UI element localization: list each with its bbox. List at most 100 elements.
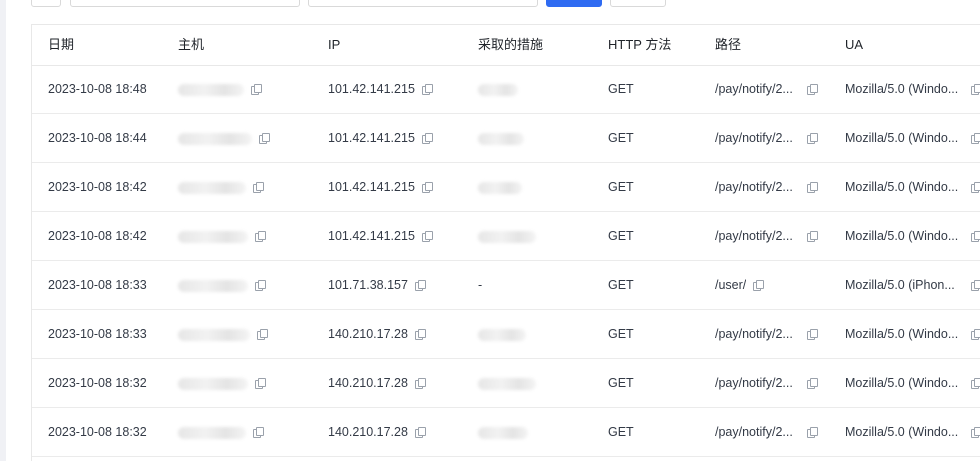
cell-host <box>178 65 262 113</box>
action-value-redacted <box>478 230 536 243</box>
cell-date: 2023-10-08 18:32 <box>48 408 147 456</box>
copy-icon[interactable] <box>255 378 266 389</box>
action-value-redacted <box>478 181 522 194</box>
copy-icon[interactable] <box>259 133 270 144</box>
copy-icon[interactable] <box>421 231 433 242</box>
copy-icon[interactable] <box>807 427 818 438</box>
host-value-redacted <box>178 426 246 439</box>
log-table: 日期 主机 IP 采取的措施 HTTP 方法 路径 UA 2023-10-08 … <box>31 24 980 461</box>
method-value: GET <box>608 278 634 292</box>
date-value: 2023-10-08 18:42 <box>48 229 147 243</box>
cell-method: GET <box>608 163 634 211</box>
copy-icon[interactable] <box>807 84 818 95</box>
search-button[interactable] <box>546 0 602 7</box>
table-row[interactable]: 2023-10-08 18:48 101.42.141.215 GET/pay/no… <box>32 65 980 114</box>
cell-ua: Mozilla/5.0 (Windo... <box>845 310 980 358</box>
table-row[interactable]: 2023-10-08 18:32 140.210.17.28 GET/pay/not… <box>32 359 980 408</box>
cell-action <box>478 163 522 211</box>
cell-path: /pay/notify/2... <box>715 114 818 162</box>
cell-date: 2023-10-08 18:42 <box>48 163 147 211</box>
copy-icon[interactable] <box>414 329 426 340</box>
copy-icon[interactable] <box>807 231 818 242</box>
action-value-redacted <box>478 328 526 341</box>
cell-ua: Mozilla/5.0 (Windo... <box>845 65 980 113</box>
cell-ip: 101.42.141.215 <box>328 163 433 211</box>
table-row[interactable]: 2023-10-08 18:33 140.210.17.28 GET/pay/not… <box>32 310 980 359</box>
cell-path: /pay/notify/2... <box>715 359 818 407</box>
cell-method: GET <box>608 261 634 309</box>
copy-icon[interactable] <box>971 378 980 389</box>
copy-icon[interactable] <box>253 427 264 438</box>
table-row[interactable]: 2023-10-08 18:44 101.42.141.215 GET/pay/no… <box>32 114 980 163</box>
cell-path: /pay/notify/2... <box>715 163 818 211</box>
host-value-redacted <box>178 328 250 341</box>
copy-icon[interactable] <box>807 133 818 144</box>
copy-icon[interactable] <box>971 280 980 291</box>
copy-icon[interactable] <box>971 231 980 242</box>
cell-method: GET <box>608 359 634 407</box>
action-value: - <box>478 278 483 292</box>
copy-icon[interactable] <box>971 182 980 193</box>
copy-icon[interactable] <box>257 329 268 340</box>
ua-value: Mozilla/5.0 (Windo... <box>845 82 959 96</box>
side-strip <box>0 0 6 461</box>
copy-icon[interactable] <box>251 84 262 95</box>
ua-value: Mozilla/5.0 (Windo... <box>845 327 959 341</box>
copy-icon[interactable] <box>807 378 818 389</box>
ip-value: 101.42.141.215 <box>328 131 415 145</box>
copy-icon[interactable] <box>255 280 266 291</box>
cell-date: 2023-10-08 18:33 <box>48 261 147 309</box>
table-row[interactable]: 2023-10-08 18:42 101.42.141.215 GET/pay/no… <box>32 212 980 261</box>
copy-icon[interactable] <box>414 280 426 291</box>
copy-icon[interactable] <box>414 378 426 389</box>
method-value: GET <box>608 82 634 96</box>
copy-icon[interactable] <box>421 84 433 95</box>
filter-input-ip[interactable] <box>308 0 538 7</box>
filter-select[interactable] <box>31 0 61 7</box>
cell-action <box>478 359 536 407</box>
table-row[interactable]: 2023-10-08 18:33 101.71.38.157 - GET/user/M… <box>32 261 980 310</box>
copy-icon[interactable] <box>414 427 426 438</box>
ua-value: Mozilla/5.0 (Windo... <box>845 229 959 243</box>
cell-ip: 101.71.38.157 <box>328 261 426 309</box>
date-value: 2023-10-08 18:44 <box>48 131 147 145</box>
cell-ua: Mozilla/5.0 (Windo... <box>845 114 980 162</box>
copy-icon[interactable] <box>753 280 765 291</box>
cell-date: 2023-10-08 18:32 <box>48 359 147 407</box>
table-row[interactable]: 2023-10-08 18:42 101.42.141.215 GET/pay/no… <box>32 163 980 212</box>
copy-icon[interactable] <box>971 329 980 340</box>
table-row[interactable]: 2023-10-08 18:32 140.210.17.28 GET/pay/not… <box>32 408 980 457</box>
cell-path: /user/ <box>715 261 765 309</box>
cell-ip: 140.210.17.28 <box>328 310 426 358</box>
cell-action <box>478 212 536 260</box>
cell-host <box>178 114 270 162</box>
path-value: /pay/notify/2... <box>715 327 793 341</box>
date-value: 2023-10-08 18:42 <box>48 180 147 194</box>
copy-icon[interactable] <box>807 182 818 193</box>
column-header-method: HTTP 方法 <box>608 37 672 52</box>
column-header-action: 采取的措施 <box>478 37 544 52</box>
ua-value: Mozilla/5.0 (iPhon... <box>845 278 955 292</box>
ua-value: Mozilla/5.0 (Windo... <box>845 425 959 439</box>
path-value: /pay/notify/2... <box>715 229 793 243</box>
copy-icon[interactable] <box>253 182 264 193</box>
cell-host <box>178 261 266 309</box>
cell-ip: 101.42.141.215 <box>328 212 433 260</box>
copy-icon[interactable] <box>421 182 433 193</box>
cell-method: GET <box>608 310 634 358</box>
copy-icon[interactable] <box>971 427 980 438</box>
cell-action <box>478 65 518 113</box>
copy-icon[interactable] <box>971 84 980 95</box>
copy-icon[interactable] <box>255 231 266 242</box>
filter-input-host[interactable] <box>70 0 300 7</box>
copy-icon[interactable] <box>971 133 980 144</box>
cell-ip: 101.42.141.215 <box>328 114 433 162</box>
action-value-redacted <box>478 132 524 145</box>
copy-icon[interactable] <box>421 133 433 144</box>
cell-ua: Mozilla/5.0 (Windo... <box>845 163 980 211</box>
column-header-host: 主机 <box>178 37 205 52</box>
copy-icon[interactable] <box>807 329 818 340</box>
cell-method: GET <box>608 212 634 260</box>
column-header-date: 日期 <box>48 37 75 52</box>
reset-button[interactable] <box>610 0 666 7</box>
